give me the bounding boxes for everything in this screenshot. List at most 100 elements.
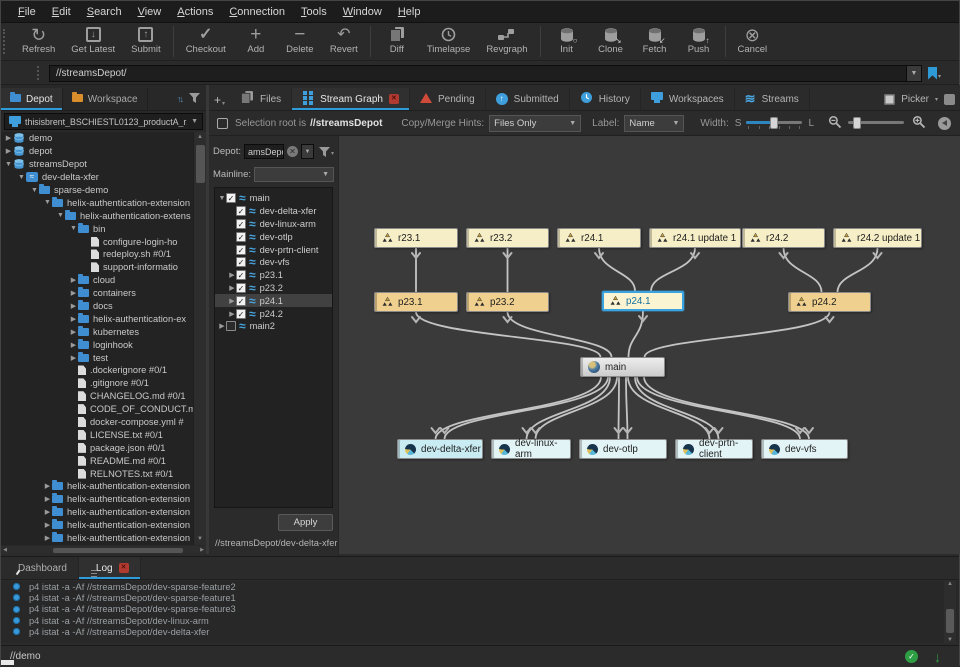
- expand-arrow[interactable]: ▼: [4, 161, 13, 168]
- expand-arrow[interactable]: ▶: [43, 521, 52, 529]
- mainline-select[interactable]: ▼: [254, 167, 334, 182]
- checkbox[interactable]: ✓: [236, 244, 246, 255]
- tree-item[interactable]: CODE_OF_CONDUCT.m: [1, 403, 193, 416]
- expand-arrow[interactable]: ▶: [69, 276, 78, 284]
- expand-arrow[interactable]: ▼: [43, 199, 52, 206]
- tree-item[interactable]: ▶ helix-authentication-extension: [1, 480, 193, 493]
- tree-item[interactable]: ▶ helix-authentication-extension: [1, 519, 193, 532]
- stream-tree-item[interactable]: ▼ ✓ ≈ main: [215, 192, 332, 205]
- tree-item[interactable]: ▶ kubernetes: [1, 325, 193, 338]
- address-input[interactable]: //streamsDepot/: [49, 64, 907, 82]
- menu-connection[interactable]: Connection: [222, 4, 292, 20]
- tab-history[interactable]: History: [570, 88, 641, 110]
- menu-help[interactable]: Help: [391, 4, 428, 20]
- tree-item[interactable]: RELNOTES.txt #0/1: [1, 467, 193, 480]
- expand-arrow[interactable]: ▶: [69, 328, 78, 336]
- tree-item[interactable]: ▶ containers: [1, 287, 193, 300]
- addressbar-grip[interactable]: [37, 66, 43, 80]
- depot-tree-hscrollbar[interactable]: ◀ ▶: [1, 546, 206, 554]
- tab-pending[interactable]: Pending: [410, 88, 486, 110]
- tree-item[interactable]: ▼ sparse-demo: [1, 184, 193, 197]
- width-slider[interactable]: [746, 116, 803, 130]
- expand-arrow[interactable]: ▶: [228, 310, 236, 318]
- expand-arrow[interactable]: ▶: [43, 534, 52, 542]
- checkbox[interactable]: ✓: [236, 231, 246, 242]
- push-button[interactable]: ↑ Push: [677, 23, 721, 60]
- scroll-left-icon[interactable]: ◀: [1, 547, 9, 553]
- revgraph-button[interactable]: Revgraph: [478, 23, 535, 60]
- stream-node-r24.1[interactable]: r24.1: [557, 228, 641, 248]
- tree-item[interactable]: redeploy.sh #0/1: [1, 248, 193, 261]
- expand-arrow[interactable]: ▶: [69, 289, 78, 297]
- stream-node-dev-linux-arm[interactable]: dev-linux-arm: [491, 438, 571, 460]
- stream-node-p24.1[interactable]: p24.1: [602, 291, 684, 311]
- stream-node-dev-prtn-client[interactable]: dev-prtn-client: [675, 438, 753, 460]
- delete-button[interactable]: − Delete: [278, 23, 322, 60]
- expand-arrow[interactable]: ▶: [228, 284, 236, 292]
- stream-tree-item[interactable]: ▶ ✓ ≈ p24.2: [215, 307, 332, 320]
- menu-actions[interactable]: Actions: [170, 4, 220, 20]
- depot-filter-dropdown[interactable]: ▼: [301, 144, 314, 159]
- menu-tools[interactable]: Tools: [294, 4, 334, 20]
- tree-item[interactable]: support-informatio: [1, 261, 193, 274]
- scrollbar-thumb[interactable]: [946, 609, 954, 633]
- expand-arrow[interactable]: ▼: [218, 195, 226, 202]
- stream-tree-item[interactable]: ▶ ✓ ≈ p24.1: [215, 294, 332, 308]
- tree-item[interactable]: LICENSE.txt #0/1: [1, 428, 193, 441]
- picker-label[interactable]: Picker: [901, 94, 929, 105]
- cancel-button[interactable]: ⊗ Cancel: [730, 23, 776, 60]
- expand-arrow[interactable]: ▼: [17, 174, 26, 181]
- stream-node-r24.2[interactable]: r24.2: [742, 228, 825, 248]
- tree-item[interactable]: docker-compose.yml #: [1, 416, 193, 429]
- scrollbar-thumb[interactable]: [196, 145, 205, 183]
- fetch-button[interactable]: ↙ Fetch: [633, 23, 677, 60]
- tree-item[interactable]: ▶ helix-authentication-extension: [1, 506, 193, 519]
- filter-icon[interactable]: [189, 90, 200, 108]
- fit-graph-button[interactable]: [938, 116, 951, 130]
- stream-node-dev-otlp[interactable]: dev-otlp: [579, 439, 667, 459]
- stream-tree-item[interactable]: ✓ ≈ dev-otlp: [215, 230, 332, 243]
- sort-icon[interactable]: ↑↓: [177, 94, 184, 104]
- tree-item[interactable]: ▶ demo: [1, 132, 193, 145]
- stream-node-r24.1u[interactable]: r24.1 update 1: [649, 228, 741, 248]
- tab-log[interactable]: Log ✕: [78, 557, 141, 579]
- tree-item[interactable]: package.json #0/1: [1, 441, 193, 454]
- workspace-selector[interactable]: thisisbrent_BSCHIESTL0123_productA_r24.2…: [4, 113, 203, 130]
- scroll-right-icon[interactable]: ▶: [198, 547, 206, 553]
- tree-item[interactable]: ▶ docs: [1, 300, 193, 313]
- checkbox[interactable]: ✓: [236, 218, 246, 229]
- panel-icon[interactable]: [944, 93, 955, 105]
- expand-arrow[interactable]: ▶: [69, 341, 78, 349]
- tab-workspaces[interactable]: Workspaces: [641, 88, 735, 110]
- stream-tree-item[interactable]: ✓ ≈ dev-vfs: [215, 256, 332, 269]
- checkbox[interactable]: ✓: [236, 206, 246, 217]
- tree-item[interactable]: .gitignore #0/1: [1, 377, 193, 390]
- expand-arrow[interactable]: ▼: [30, 187, 39, 194]
- tree-item[interactable]: ▶ helix-authentication-extension: [1, 532, 193, 545]
- checkbox[interactable]: ✓: [236, 270, 246, 281]
- depot-tree-vscrollbar[interactable]: ▲ ▼: [193, 132, 206, 545]
- expand-arrow[interactable]: ▶: [43, 508, 52, 516]
- tab-depot[interactable]: Depot: [1, 88, 63, 110]
- expand-arrow[interactable]: ▶: [228, 271, 236, 279]
- tree-item[interactable]: ▶ cloud: [1, 274, 193, 287]
- tree-item[interactable]: .dockerignore #0/1: [1, 364, 193, 377]
- stream-tree-item[interactable]: ▶ ✓ ≈ p23.1: [215, 269, 332, 282]
- init-button[interactable]: ○ Init: [545, 23, 589, 60]
- expand-arrow[interactable]: ▶: [228, 297, 236, 305]
- scrollbar-thumb[interactable]: [53, 547, 183, 553]
- tab-streams[interactable]: ≋ Streams: [735, 88, 810, 110]
- expand-arrow[interactable]: ▶: [4, 147, 13, 155]
- tree-item[interactable]: configure-login-ho: [1, 235, 193, 248]
- stream-node-dev-delta-xfer[interactable]: dev-delta-xfer: [397, 439, 483, 459]
- checkbox[interactable]: ✓: [236, 295, 246, 306]
- stream-tree-item[interactable]: ✓ ≈ dev-prtn-client: [215, 243, 332, 256]
- close-icon[interactable]: ✕: [388, 94, 399, 104]
- scroll-down-icon[interactable]: ▼: [194, 534, 206, 545]
- scroll-up-icon[interactable]: ▲: [194, 132, 206, 143]
- apply-button[interactable]: Apply: [278, 514, 333, 531]
- checkout-button[interactable]: ✓ Checkout: [178, 23, 234, 60]
- tree-item[interactable]: ▶ loginhook: [1, 338, 193, 351]
- expand-arrow[interactable]: ▶: [218, 322, 226, 330]
- scroll-up-icon[interactable]: ▲: [944, 581, 956, 587]
